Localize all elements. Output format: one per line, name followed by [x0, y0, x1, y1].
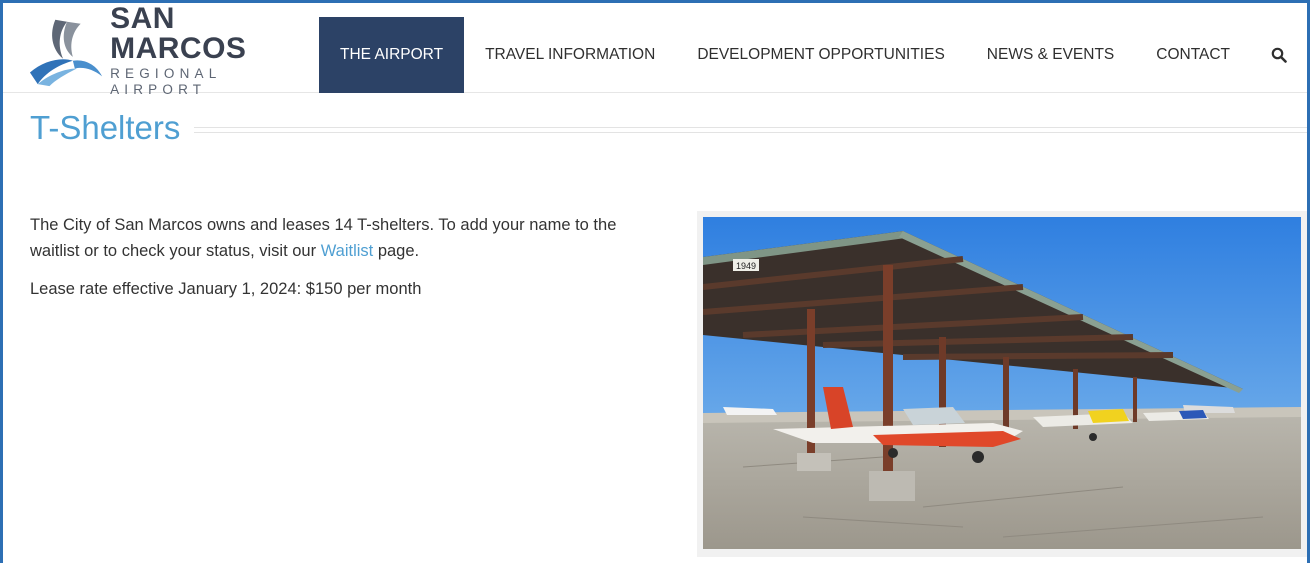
main-nav: THE AIRPORT TRAVEL INFORMATION DEVELOPME…	[319, 17, 1305, 93]
title-divider	[194, 127, 1307, 133]
lease-rate-text: Lease rate effective January 1, 2024: $1…	[30, 280, 422, 298]
main-content: The City of San Marcos owns and leases 1…	[30, 212, 650, 314]
logo-subtitle: REGIONAL AIRPORT	[110, 66, 221, 97]
logo-propeller-icon	[29, 19, 103, 87]
intro-paragraph: The City of San Marcos owns and leases 1…	[30, 212, 650, 264]
nav-item-the-airport[interactable]: THE AIRPORT	[319, 17, 465, 93]
page-title: T-Shelters	[30, 109, 181, 146]
search-button[interactable]	[1251, 17, 1305, 93]
nav-item-travel-information[interactable]: TRAVEL INFORMATION	[464, 17, 676, 93]
site-logo[interactable]: SAN MARCOS REGIONAL AIRPORT	[28, 4, 320, 97]
logo-name: SAN MARCOS	[110, 2, 247, 65]
search-icon	[1271, 47, 1287, 63]
t-shelter-image: 1949	[703, 217, 1301, 549]
site-header: SAN MARCOS REGIONAL AIRPORT THE AIRPORT …	[3, 3, 1307, 97]
hangar-number-label: 1949	[736, 261, 756, 271]
page-title-row: T-Shelters	[30, 103, 1307, 153]
nav-item-development-opportunities[interactable]: DEVELOPMENT OPPORTUNITIES	[676, 17, 965, 93]
intro-text-after: page.	[373, 242, 420, 260]
t-shelter-photo: 1949	[697, 211, 1307, 557]
nav-item-news-events[interactable]: NEWS & EVENTS	[966, 17, 1135, 93]
nav-item-contact[interactable]: CONTACT	[1135, 17, 1251, 93]
waitlist-link[interactable]: Waitlist	[321, 242, 374, 260]
